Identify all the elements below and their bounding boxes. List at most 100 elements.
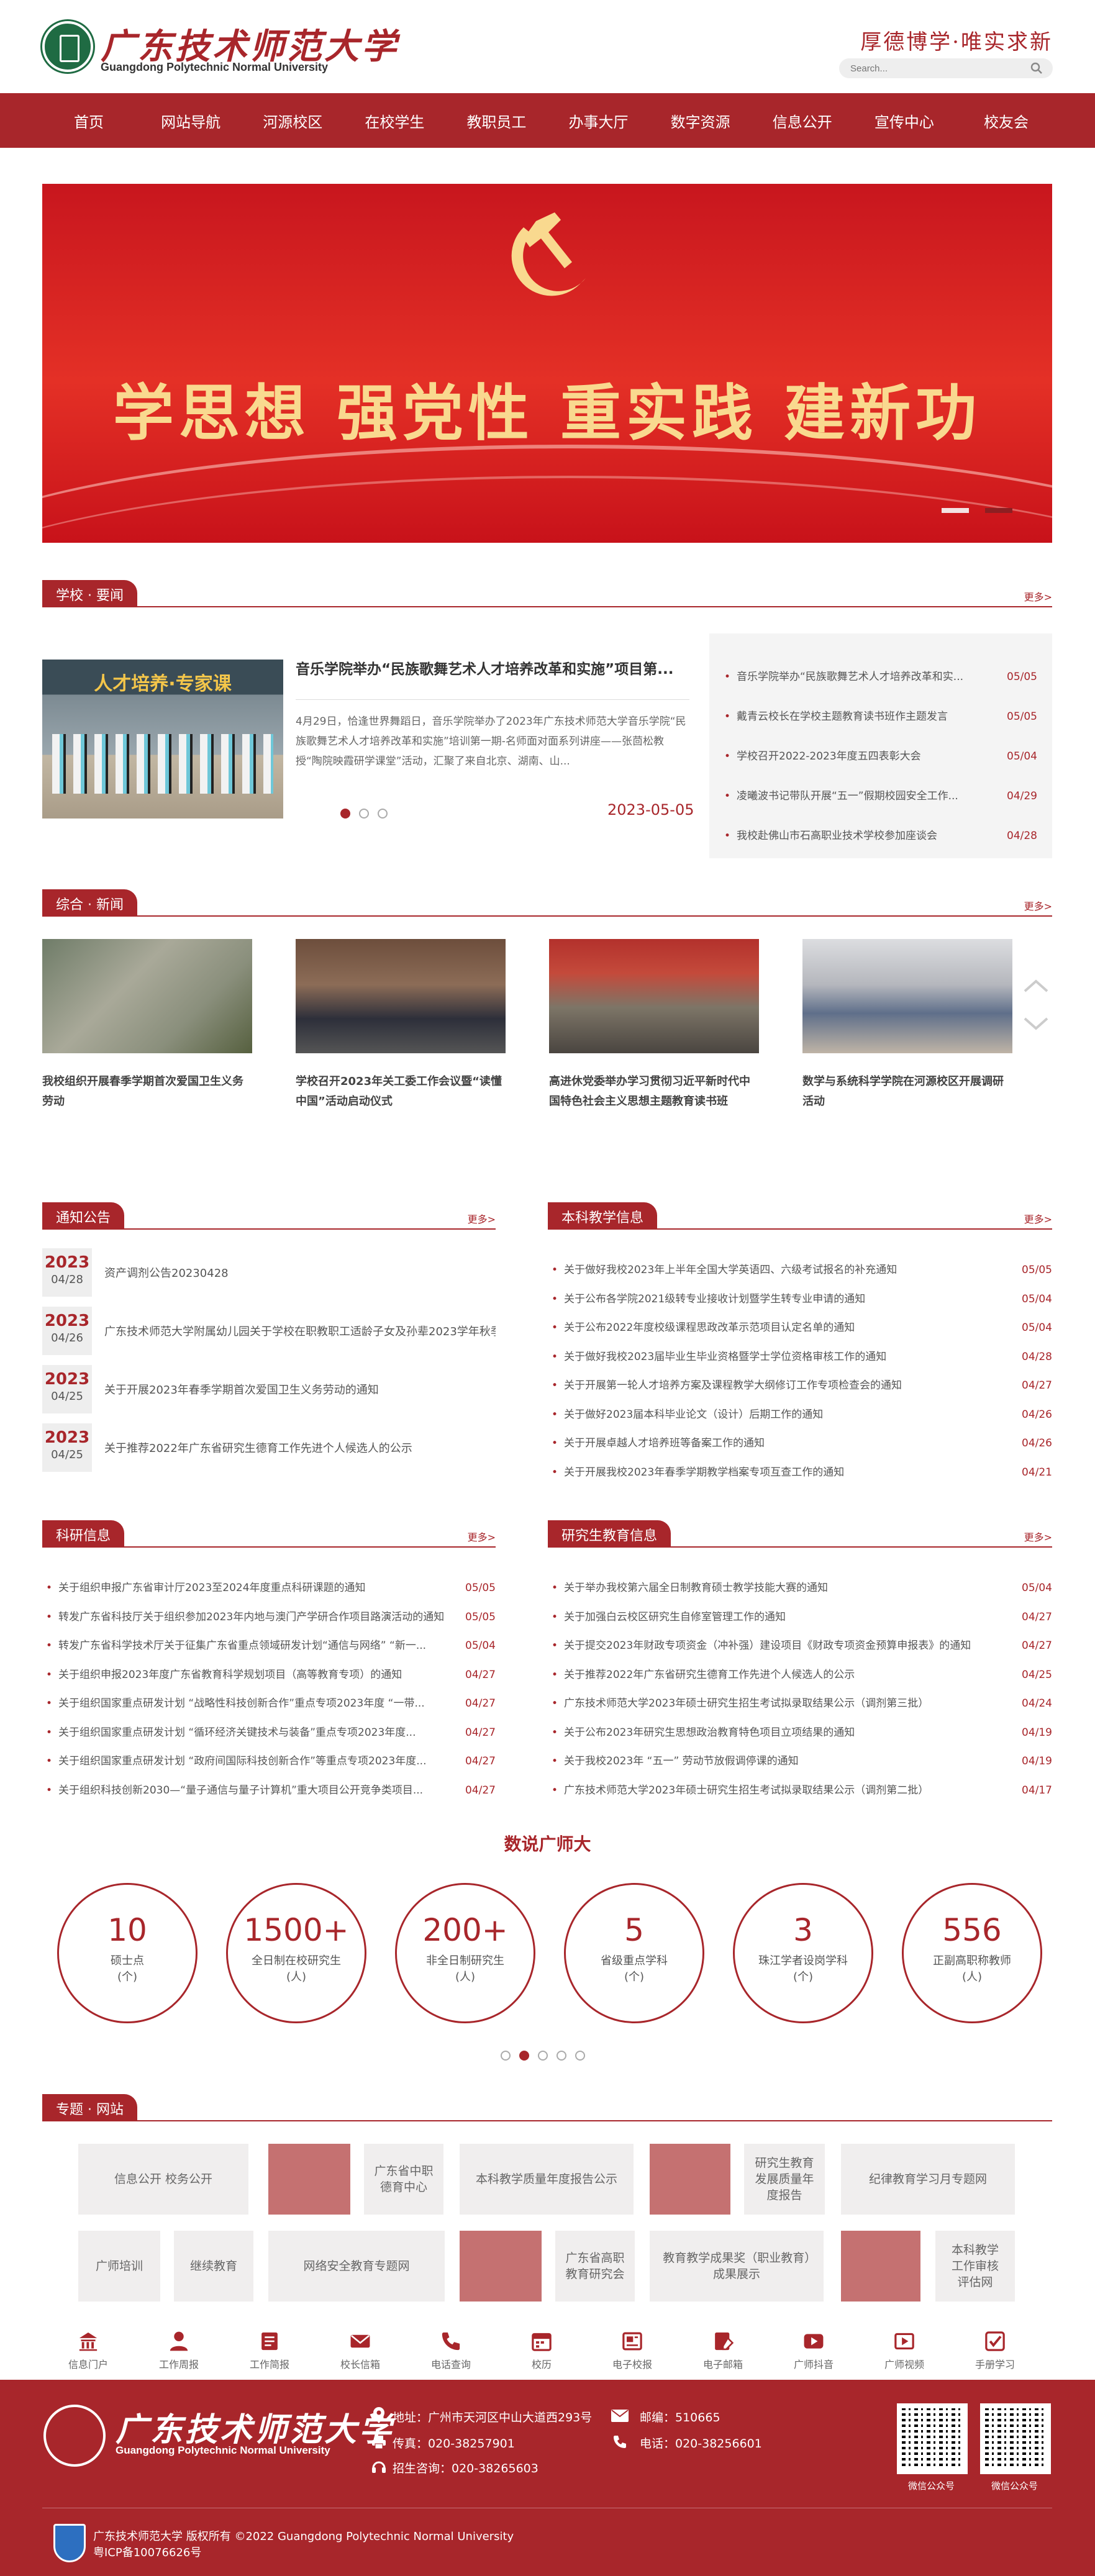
news-caption[interactable]: 我校组织开展春季学期首次爱国卫生义务劳动 [42, 1072, 252, 1112]
ug-info-item[interactable]: 关于开展第一轮人才培养方案及课程教学大纲修订工作专项检查会的通知 04/27 [548, 1371, 1052, 1400]
topic-tile[interactable]: 纪律教育学习月专题网 [841, 2144, 1015, 2215]
grad-info-item[interactable]: 广东技术师范大学2023年硕士研究生招生考试拟录取结果公示（调剂第二批） 04/1… [548, 1776, 1052, 1805]
quick-link[interactable]: 电子邮箱 [686, 2330, 760, 2371]
research-item[interactable]: 转发广东省科学技术厅关于征集广东省重点领域研发计划“通信与网络” “新一... 0… [42, 1631, 496, 1661]
notice-item[interactable]: 2023 04/25 关于推荐2022年广东省研究生德育工作先进个人候选人的公示 [42, 1423, 496, 1472]
topic-tile[interactable]: 广师培训 [78, 2231, 160, 2302]
notice-title[interactable]: 关于开展2023年春季学期首次爱国卫生义务劳动的通知 [104, 1381, 496, 1397]
school-news-item[interactable]: 我校赴佛山市石高职业技术学校参加座谈会 04/28 [720, 816, 1037, 856]
more-link[interactable]: 更多> [1024, 1529, 1052, 1544]
nav-service-hall[interactable]: 办事大厅 [552, 110, 645, 132]
ug-info-item-title[interactable]: 关于做好我校2023年上半年全国大学英语四、六级考试报名的补充通知 [564, 1256, 897, 1285]
school-news-item[interactable]: 学校召开2022-2023年度五四表彰大会 05/04 [720, 737, 1037, 776]
news-card[interactable]: 我校组织开展春季学期首次爱国卫生义务劳动 [42, 939, 252, 1112]
more-link[interactable]: 更多> [468, 1529, 496, 1544]
grad-info-item-title[interactable]: 关于加强白云校区研究生自修室管理工作的通知 [564, 1603, 786, 1632]
notice-item[interactable]: 2023 04/25 关于开展2023年春季学期首次爱国卫生义务劳动的通知 [42, 1365, 496, 1413]
news-caption[interactable]: 高进休党委举办学习贯彻习近平新时代中国特色社会主义思想主题教育读书班 [549, 1072, 759, 1112]
stats-page-dot[interactable] [519, 2051, 529, 2061]
scroll-down-icon[interactable] [1022, 1015, 1050, 1033]
grad-info-item[interactable]: 广东技术师范大学2023年硕士研究生招生考试拟录取结果公示（调剂第三批） 04/2… [548, 1689, 1052, 1718]
ug-info-item[interactable]: 关于开展卓越人才培养班等备案工作的通知 04/26 [548, 1429, 1052, 1458]
research-item[interactable]: 关于组织申报广东省审计厅2023至2024年度重点科研课题的通知 05/05 [42, 1574, 496, 1603]
qr-code-wechat-1[interactable] [897, 2403, 968, 2474]
search-icon[interactable] [1030, 62, 1043, 75]
notice-title[interactable]: 广东技术师范大学附属幼儿园关于学校在职教职工适龄子女及孙辈2023学年秋季入园报… [104, 1323, 496, 1339]
news-image[interactable] [549, 939, 759, 1053]
grad-info-item[interactable]: 关于推荐2022年广东省研究生德育工作先进个人候选人的公示 04/25 [548, 1661, 1052, 1690]
feature-dot[interactable] [359, 809, 369, 819]
grad-info-item-title[interactable]: 广东技术师范大学2023年硕士研究生招生考试拟录取结果公示（调剂第三批） [564, 1689, 929, 1718]
nav-info-disclosure[interactable]: 信息公开 [756, 110, 849, 132]
stats-page-dot[interactable] [501, 2051, 511, 2061]
more-link[interactable]: 更多> [1024, 1211, 1052, 1226]
topic-tile[interactable]: 本科教学质量年度报告公示 [460, 2144, 634, 2215]
quick-link[interactable]: 手册学习 [958, 2330, 1032, 2371]
research-item-title[interactable]: 转发广东省科技厅关于组织参加2023年内地与澳门产学研合作项目路演活动的通知 [58, 1603, 444, 1632]
school-news-item-title[interactable]: 音乐学院举办“民族歌舞艺术人才培养改革和实... [737, 657, 963, 697]
more-link[interactable]: 更多> [1024, 589, 1052, 604]
ug-info-item-title[interactable]: 关于公布各学院2021级转专业接收计划暨学生转专业申请的通知 [564, 1285, 865, 1314]
footer-icp[interactable]: 粤ICP备10076626号 [93, 2544, 201, 2560]
grad-info-item-title[interactable]: 广东技术师范大学2023年硕士研究生招生考试拟录取结果公示（调剂第二批） [564, 1776, 929, 1805]
research-item-title[interactable]: 关于组织科技创新2030—“量子通信与量子计算机”重大项目公开竞争类项目... [58, 1776, 423, 1805]
research-item-title[interactable]: 关于组织申报广东省审计厅2023至2024年度重点科研课题的通知 [58, 1574, 366, 1603]
news-card[interactable]: 高进休党委举办学习贯彻习近平新时代中国特色社会主义思想主题教育读书班 [549, 939, 759, 1112]
nav-staff[interactable]: 教职员工 [450, 110, 543, 132]
ug-info-item-title[interactable]: 关于公布2022年度校级课程思政改革示范项目认定名单的通知 [564, 1313, 855, 1343]
hero-banner[interactable]: 学思想 强党性 重实践 建新功 [42, 184, 1052, 543]
quick-link[interactable]: 校长信箱 [323, 2330, 398, 2371]
topic-tile[interactable]: 网络安全教育专题网 [268, 2231, 445, 2302]
grad-info-item-title[interactable]: 关于我校2023年 “五一” 劳动节放假调停课的通知 [564, 1747, 799, 1776]
news-card[interactable]: 学校召开2023年关工委工作会议暨“读懂中国”活动启动仪式 [296, 939, 506, 1112]
quick-link[interactable]: 工作简报 [232, 2330, 307, 2371]
news-card[interactable]: 数学与系统科学学院在河源校区开展调研活动 [802, 939, 1012, 1112]
nav-site-map[interactable]: 网站导航 [144, 110, 237, 132]
quick-link[interactable]: 广师抖音 [776, 2330, 851, 2371]
school-news-item-title[interactable]: 凌曦波书记带队开展“五一”假期校园安全工作... [737, 776, 958, 816]
ug-info-item[interactable]: 关于做好我校2023年上半年全国大学英语四、六级考试报名的补充通知 05/05 [548, 1256, 1052, 1285]
feature-image[interactable]: 人才培养·专家课 [42, 660, 283, 819]
topic-tile[interactable]: 广东省中职德育中心 [364, 2144, 443, 2215]
quick-link[interactable]: 校历 [504, 2330, 579, 2371]
grad-info-item[interactable]: 关于举办我校第六届全日制教育硕士教学技能大赛的通知 05/04 [548, 1574, 1052, 1603]
school-news-item-title[interactable]: 学校召开2022-2023年度五四表彰大会 [737, 737, 921, 776]
slide-dot-2[interactable] [985, 508, 1012, 513]
news-caption[interactable]: 数学与系统科学学院在河源校区开展调研活动 [802, 1072, 1012, 1112]
quick-link[interactable]: 广师视频 [867, 2330, 942, 2371]
slide-dot-1[interactable] [942, 508, 969, 513]
ug-info-item[interactable]: 关于公布各学院2021级转专业接收计划暨学生转专业申请的通知 05/04 [548, 1285, 1052, 1314]
news-caption[interactable]: 学校召开2023年关工委工作会议暨“读懂中国”活动启动仪式 [296, 1072, 506, 1112]
notice-title[interactable]: 资产调剂公告20230428 [104, 1264, 496, 1281]
research-item[interactable]: 关于组织科技创新2030—“量子通信与量子计算机”重大项目公开竞争类项目... 0… [42, 1776, 496, 1805]
scroll-up-icon[interactable] [1022, 976, 1050, 995]
qr-code-wechat-2[interactable] [980, 2403, 1051, 2474]
research-item[interactable]: 关于组织国家重点研发计划 “政府间国际科技创新合作”等重点专项2023年度...… [42, 1747, 496, 1776]
research-item[interactable]: 关于组织国家重点研发计划 “循环经济关键技术与装备”重点专项2023年度... 0… [42, 1718, 496, 1748]
notice-title[interactable]: 关于推荐2022年广东省研究生德育工作先进个人候选人的公示 [104, 1440, 496, 1456]
grad-info-item-title[interactable]: 关于提交2023年财政专项资金（冲补强）建设项目《财政专项资金预算申报表》的通知 [564, 1631, 971, 1661]
school-news-item-title[interactable]: 我校赴佛山市石高职业技术学校参加座谈会 [737, 816, 937, 856]
nav-digital-resources[interactable]: 数字资源 [654, 110, 747, 132]
notice-item[interactable]: 2023 04/26 广东技术师范大学附属幼儿园关于学校在职教职工适龄子女及孙辈20… [42, 1307, 496, 1355]
ug-info-item-title[interactable]: 关于做好我校2023届毕业生毕业资格暨学士学位资格审核工作的通知 [564, 1343, 886, 1372]
ug-info-item-title[interactable]: 关于做好2023届本科毕业论文（设计）后期工作的通知 [564, 1400, 823, 1430]
ug-info-item[interactable]: 关于公布2022年度校级课程思政改革示范项目认定名单的通知 05/04 [548, 1313, 1052, 1343]
stats-page-dot[interactable] [575, 2051, 585, 2061]
quick-link[interactable]: 信息门户 [51, 2330, 125, 2371]
stats-page-dot[interactable] [557, 2051, 566, 2061]
ug-info-item-title[interactable]: 关于开展卓越人才培养班等备案工作的通知 [564, 1429, 765, 1458]
feature-dot[interactable] [378, 809, 388, 819]
grad-info-item-title[interactable]: 关于举办我校第六届全日制教育硕士教学技能大赛的通知 [564, 1574, 828, 1603]
nav-home[interactable]: 首页 [42, 110, 135, 132]
grad-info-item-title[interactable]: 关于公布2023年研究生思想政治教育特色项目立项结果的通知 [564, 1718, 855, 1748]
feature-title[interactable]: 音乐学院举办“民族歌舞艺术人才培养改革和实施”项目第... [296, 657, 689, 678]
more-link[interactable]: 更多> [468, 1211, 496, 1226]
quick-link[interactable]: 工作周报 [142, 2330, 216, 2371]
grad-info-item[interactable]: 关于我校2023年 “五一” 劳动节放假调停课的通知 04/19 [548, 1747, 1052, 1776]
more-link[interactable]: 更多> [1024, 898, 1052, 913]
research-item-title[interactable]: 关于组织国家重点研发计划 “循环经济关键技术与装备”重点专项2023年度... [58, 1718, 416, 1748]
quick-link[interactable]: 电话查询 [414, 2330, 488, 2371]
school-news-item[interactable]: 戴青云校长在学校主题教育读书班作主题发言 05/05 [720, 697, 1037, 737]
stats-page-dot[interactable] [538, 2051, 548, 2061]
